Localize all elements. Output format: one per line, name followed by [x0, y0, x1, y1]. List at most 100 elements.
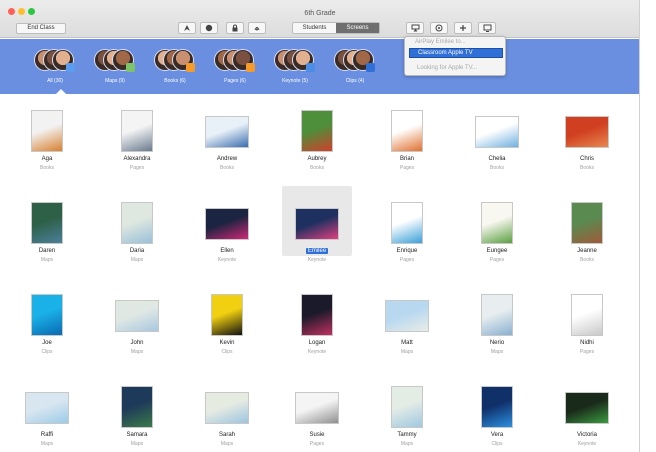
student-name-text: Daren [38, 248, 56, 254]
student-name-text: Matt [401, 340, 413, 346]
group-avatars [154, 49, 196, 75]
student-name-text: Nidhi [580, 340, 594, 346]
student-app: Books [580, 257, 594, 263]
student-tile[interactable]: Chelia Books [468, 104, 538, 174]
student-name: Chris [558, 156, 616, 162]
screen-thumbnail [391, 386, 423, 428]
student-name-text: Kevin [219, 340, 235, 346]
student-tile[interactable]: Raffi Maps [18, 380, 88, 450]
group-tile[interactable]: Pages (6) [210, 47, 260, 91]
student-tile[interactable]: Alexandra Pages [108, 104, 178, 174]
student-tile[interactable]: Matt Maps [378, 288, 448, 358]
student-tile[interactable]: Chris Books [558, 104, 628, 174]
student-tile[interactable]: Enrique Pages [378, 196, 448, 266]
student-name: John [108, 340, 166, 346]
student-tile[interactable]: Andrew Books [198, 104, 268, 174]
group-tile[interactable]: Keynote (5) [270, 47, 320, 91]
screen-thumbnail [301, 294, 333, 336]
app-badge-icon [366, 63, 375, 72]
student-tile[interactable]: Ellen Keynote [198, 196, 268, 266]
hide-icon [254, 27, 260, 31]
student-tile[interactable]: Jeanne Books [558, 196, 628, 266]
screen-thumbnail [301, 110, 333, 152]
student-tile[interactable]: Daria Maps [108, 196, 178, 266]
group-tile[interactable]: Books (6) [150, 47, 200, 91]
student-app: Clips [41, 349, 53, 355]
student-name: Aubrey [288, 156, 346, 162]
student-tile[interactable]: Daren Maps [18, 196, 88, 266]
tab-screens[interactable]: Screens [336, 23, 379, 33]
student-tile[interactable]: Aubrey Books [288, 104, 358, 174]
group-avatars [274, 49, 316, 75]
group-bar: All (30) Maps (9) Books (6) Pages (6) Keynot… [0, 39, 639, 94]
student-tile[interactable]: Kevin Clips [198, 288, 268, 358]
airplay-button[interactable] [406, 22, 424, 34]
student-name-text: Jeanne [577, 248, 597, 254]
student-name: Nidhi [558, 340, 616, 346]
student-app: Pages [579, 349, 595, 355]
student-name: Eungee [468, 248, 526, 254]
student-name: Matt [378, 340, 436, 346]
screen-button[interactable] [478, 22, 496, 34]
student-name-text: Aga [41, 156, 53, 162]
group-tile[interactable]: All (30) [30, 47, 80, 91]
student-name: Alexandra [108, 156, 166, 162]
student-name-text: Enrique [396, 248, 418, 254]
student-tile[interactable]: Susie Pages [288, 380, 358, 450]
tab-students[interactable]: Students [293, 23, 336, 33]
screen-thumbnail [31, 110, 63, 152]
student-tile[interactable]: Victoria Keynote [558, 380, 628, 450]
screen-thumbnail [295, 392, 339, 424]
student-app: Books [580, 165, 594, 171]
screen-thumbnail [121, 110, 153, 152]
end-class-button[interactable]: End Class [16, 23, 66, 34]
lock-button[interactable] [226, 22, 244, 34]
share-button[interactable] [430, 22, 448, 34]
student-app: Maps [130, 441, 144, 447]
lock-screen-button[interactable] [200, 22, 218, 34]
airplay-option-classroom-apple-tv[interactable]: Classroom Apple TV [409, 48, 503, 58]
student-tile[interactable]: Vera Clips [468, 380, 538, 450]
student-name-text: Daria [129, 248, 145, 254]
student-tile[interactable]: Samara Maps [108, 380, 178, 450]
student-name: Emilee [288, 248, 346, 254]
app-badge-icon [246, 63, 255, 72]
student-app: Maps [40, 257, 54, 263]
student-name: Jeanne [558, 248, 616, 254]
student-app: Pages [309, 441, 325, 447]
student-app: Pages [129, 165, 145, 171]
airplay-icon [411, 24, 419, 32]
student-tile[interactable]: Emilee Keynote [282, 186, 358, 266]
student-tile[interactable]: Nerio Maps [468, 288, 538, 358]
student-tile[interactable]: Nidhi Pages [558, 288, 628, 358]
group-avatars [94, 49, 136, 75]
view-segmented-control: Students Screens [292, 22, 380, 34]
screen-thumbnail [565, 116, 609, 148]
student-name: Victoria [558, 432, 616, 438]
student-tile[interactable]: Tammy Maps [378, 380, 448, 450]
screen-thumbnail [205, 392, 249, 424]
screen-thumbnail [31, 202, 63, 244]
student-tile[interactable]: Sarah Maps [198, 380, 268, 450]
student-app: Maps [40, 441, 54, 447]
student-tile[interactable]: Logan Keynote [288, 288, 358, 358]
group-tile[interactable]: Maps (9) [90, 47, 140, 91]
student-tile[interactable]: Aga Books [18, 104, 88, 174]
app-badge-icon [126, 63, 135, 72]
hide-button[interactable] [248, 22, 266, 34]
add-button[interactable] [454, 22, 472, 34]
group-tile[interactable]: Clips (4) [330, 47, 380, 91]
student-tile[interactable]: Joe Clips [18, 288, 88, 358]
student-name: Ellen [198, 248, 256, 254]
student-tile[interactable]: Brian Pages [378, 104, 448, 174]
student-tile[interactable]: John Maps [108, 288, 178, 358]
student-tile[interactable]: Eungee Pages [468, 196, 538, 266]
add-icon [460, 25, 466, 31]
window-title: 6th Grade [304, 10, 336, 17]
student-app: Books [490, 165, 504, 171]
student-app: Maps [400, 441, 414, 447]
navigate-button[interactable] [178, 22, 196, 34]
share-icon [435, 24, 443, 32]
student-app: Pages [489, 257, 505, 263]
screen-thumbnail [481, 202, 513, 244]
